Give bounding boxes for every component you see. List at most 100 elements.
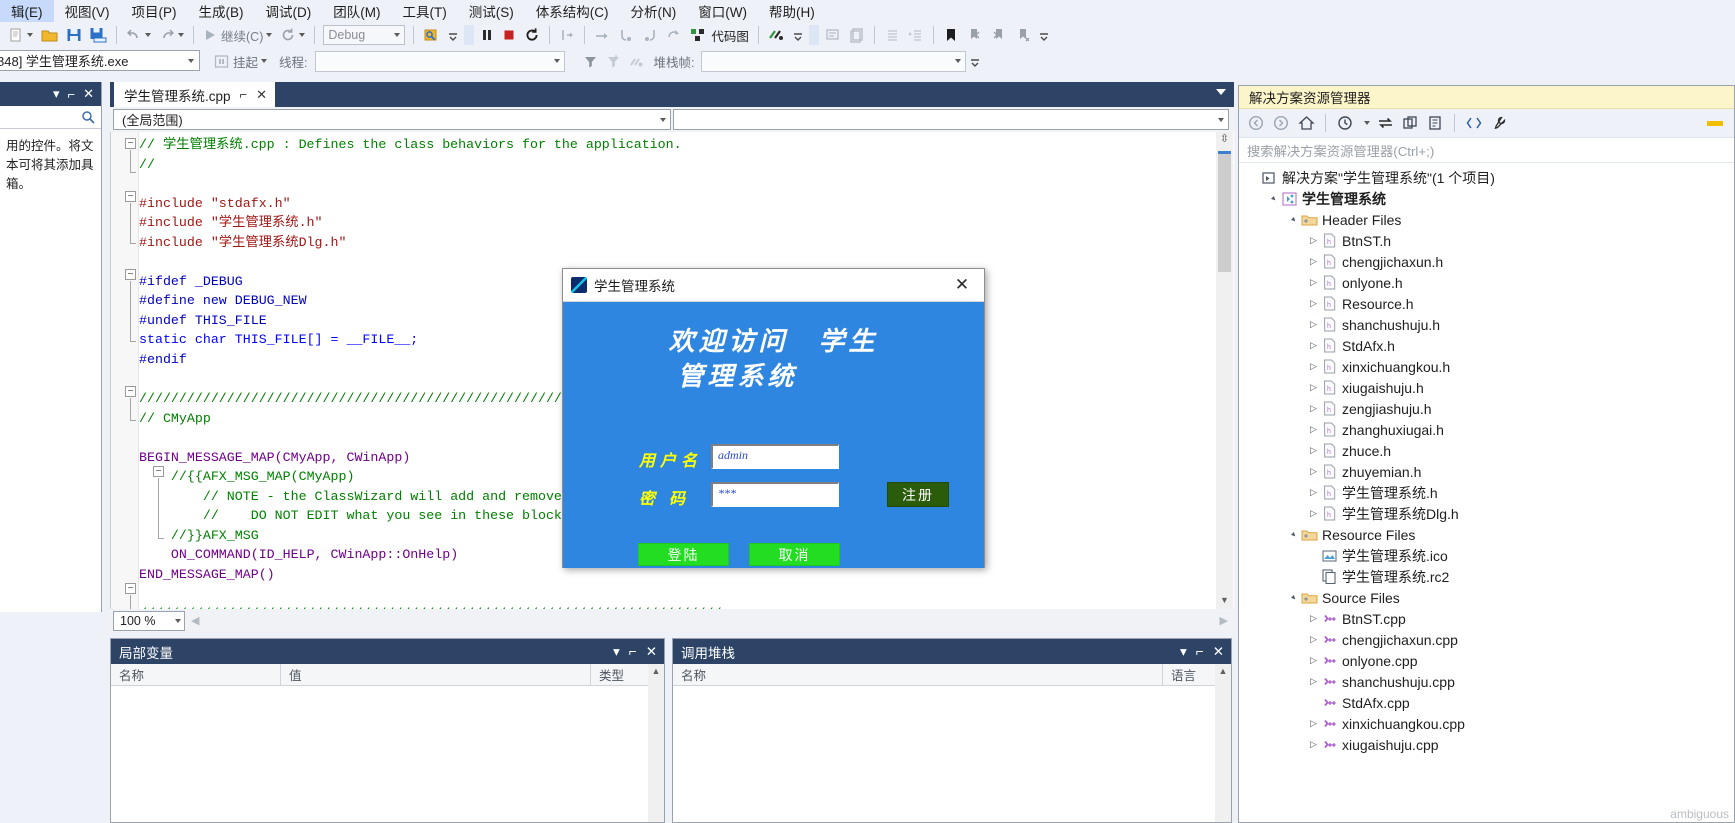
expand-arrow-icon-closed[interactable]: ▷ xyxy=(1307,466,1320,477)
scroll-right-arrow-icon[interactable]: ▶ xyxy=(1220,614,1228,627)
solution-explorer-row[interactable]: ▷ xiugaishuju.cpp xyxy=(1239,734,1734,755)
new-item-button[interactable] xyxy=(4,23,37,47)
scroll-up-arrow-icon[interactable]: ▲ xyxy=(1215,664,1231,680)
expand-arrow-icon-closed[interactable]: ▷ xyxy=(1307,403,1320,414)
solution-explorer-row[interactable]: ▷ shanchushuju.cpp xyxy=(1239,671,1734,692)
solution-explorer-row[interactable]: ▲ 学生管理系统 xyxy=(1239,188,1734,209)
dialog-close-button[interactable]: ✕ xyxy=(940,269,984,302)
expand-arrow-icon-closed[interactable]: ▷ xyxy=(1307,361,1320,372)
close-icon[interactable]: ✕ xyxy=(646,644,657,660)
step-out-button[interactable] xyxy=(638,23,662,47)
tab-list-chevron-icon[interactable] xyxy=(1216,89,1226,95)
undo-button[interactable] xyxy=(122,23,155,47)
refresh-icon[interactable] xyxy=(1399,112,1421,134)
intellitrace-button[interactable] xyxy=(764,23,789,47)
solution-explorer-row[interactable]: ▷ chengjichaxun.cpp xyxy=(1239,629,1734,650)
username-input[interactable]: admin xyxy=(711,444,839,469)
decrease-indent-button[interactable] xyxy=(880,23,904,47)
solution-explorer-row[interactable]: ▲ Source Files xyxy=(1239,587,1734,608)
solution-explorer-row[interactable]: ▷ onlyone.cpp xyxy=(1239,650,1734,671)
pin-icon[interactable]: ⌐ xyxy=(629,644,637,659)
solution-explorer-row[interactable]: ▷ h shanchushuju.h xyxy=(1239,314,1734,335)
toggle-frames-button[interactable] xyxy=(625,49,648,73)
step-into-button[interactable] xyxy=(614,23,638,47)
fold-toggle-banner-1[interactable]: − xyxy=(125,386,136,397)
solution-explorer-row[interactable]: ▷ h zhanghuxiugai.h xyxy=(1239,419,1734,440)
zoom-level-combo[interactable]: 100 % xyxy=(113,610,185,631)
solution-explorer-tree[interactable]: 解决方案"学生管理系统"(1 个项目) ▲ 学生管理系统 ▲ Header Files ▷… xyxy=(1239,163,1734,755)
menu-item-edit[interactable]: 辑(E) xyxy=(0,0,54,23)
expand-arrow-icon-closed[interactable]: ▷ xyxy=(1307,634,1320,645)
solution-configuration-combo[interactable]: Debug xyxy=(323,25,406,45)
expand-arrow-icon-closed[interactable]: ▷ xyxy=(1307,235,1320,246)
scroll-left-arrow-icon[interactable]: ◀ xyxy=(191,614,199,627)
solution-explorer-row[interactable]: ▷ h zhuce.h xyxy=(1239,440,1734,461)
expand-arrow-icon-closed[interactable]: ▷ xyxy=(1307,340,1320,351)
toggle-bookmark-button[interactable] xyxy=(939,23,963,47)
expand-arrow-icon-closed[interactable]: ▷ xyxy=(1307,655,1320,666)
next-bookmark-button[interactable] xyxy=(987,23,1011,47)
break-all-button[interactable] xyxy=(476,23,498,47)
open-file-button[interactable] xyxy=(37,23,62,47)
solution-explorer-row[interactable]: 解决方案"学生管理系统"(1 个项目) xyxy=(1239,167,1734,188)
fold-toggle-header-comment[interactable]: − xyxy=(125,138,136,149)
toolbar-drag-handle-2[interactable] xyxy=(808,25,819,45)
uncomment-selection-button[interactable] xyxy=(845,23,869,47)
close-icon[interactable]: ✕ xyxy=(1213,644,1224,660)
register-button[interactable]: 注册 xyxy=(887,482,949,507)
expand-arrow-icon-closed[interactable]: ▷ xyxy=(1307,277,1320,288)
show-all-files-icon[interactable] xyxy=(1463,112,1485,134)
editor-vertical-scrollbar[interactable]: ▲ ▼ xyxy=(1216,132,1233,609)
fold-toggle-ifdef-debug[interactable]: − xyxy=(125,269,136,280)
process-combo[interactable]: 848] 学生管理系统.exe xyxy=(0,50,200,71)
menu-item-analyze[interactable]: 分析(N) xyxy=(620,0,688,23)
continue-button[interactable]: 继续(C) xyxy=(199,23,276,47)
filter-button[interactable] xyxy=(579,49,602,73)
collapse-all-icon[interactable] xyxy=(1424,112,1446,134)
solution-explorer-row[interactable]: ▷ h 学生管理系统Dlg.h xyxy=(1239,503,1734,524)
expand-arrow-icon-closed[interactable]: ▷ xyxy=(1307,487,1320,498)
locals-col-value[interactable]: 值 xyxy=(281,664,591,685)
password-input[interactable]: *** xyxy=(711,482,839,507)
toolbar-overflow-button[interactable] xyxy=(444,23,462,47)
increase-indent-button[interactable] xyxy=(904,23,928,47)
menu-item-build[interactable]: 生成(B) xyxy=(188,0,255,23)
clear-bookmarks-button[interactable] xyxy=(1011,23,1035,47)
expand-arrow-icon-closed[interactable]: ▷ xyxy=(1307,613,1320,624)
expand-arrow-icon-closed[interactable]: ▷ xyxy=(1307,718,1320,729)
attach-to-process-button[interactable] xyxy=(419,23,444,47)
solution-explorer-row[interactable]: ▷ h xiugaishuju.h xyxy=(1239,377,1734,398)
expand-arrow-icon-closed[interactable]: ▷ xyxy=(1307,739,1320,750)
step-over-button[interactable] xyxy=(590,23,614,47)
solution-explorer-row[interactable]: 学生管理系统.rc2 xyxy=(1239,566,1734,587)
fold-toggle-includes[interactable]: − xyxy=(125,191,136,202)
solution-explorer-row[interactable]: ▲ Resource Files xyxy=(1239,524,1734,545)
expand-arrow-icon-closed[interactable]: ▷ xyxy=(1307,445,1320,456)
pin-icon[interactable]: ⌐ xyxy=(68,87,76,102)
solution-explorer-row[interactable]: ▷ h 学生管理系统.h xyxy=(1239,482,1734,503)
toolbar-overflow-button-4[interactable] xyxy=(966,49,984,73)
flag-filter-button[interactable] xyxy=(602,49,625,73)
pin-icon[interactable]: ⌐ xyxy=(1196,644,1204,659)
thread-combo[interactable] xyxy=(314,50,565,72)
solution-explorer-row[interactable]: ▷ h Resource.h xyxy=(1239,293,1734,314)
member-combo[interactable] xyxy=(673,109,1229,130)
save-button[interactable] xyxy=(62,23,86,47)
toolbar-overflow-button-2[interactable] xyxy=(789,23,807,47)
solution-explorer-row[interactable]: ▷ h StdAfx.h xyxy=(1239,335,1734,356)
chevron-down-icon[interactable]: ▾ xyxy=(1180,644,1187,660)
solution-explorer-row[interactable]: ▷ h zhuyemian.h xyxy=(1239,461,1734,482)
expand-arrow-icon-closed[interactable]: ▷ xyxy=(1307,319,1320,330)
suspend-button[interactable]: 挂起 xyxy=(210,49,271,73)
cancel-button[interactable]: 取消 xyxy=(749,543,840,566)
tab-student-management-cpp[interactable]: 学生管理系统.cpp ⌐ ✕ xyxy=(114,82,276,107)
scope-combo[interactable]: (全局范围) xyxy=(113,109,671,130)
scroll-down-arrow-icon[interactable]: ▼ xyxy=(1216,592,1233,609)
solution-explorer-row[interactable]: ▲ Header Files xyxy=(1239,209,1734,230)
scroll-up-arrow-icon[interactable]: ▲ xyxy=(648,664,664,680)
expand-arrow-icon-open[interactable]: ▲ xyxy=(1266,191,1280,205)
fold-toggle-banner-2[interactable]: − xyxy=(125,583,136,594)
sync-icon[interactable] xyxy=(1374,112,1396,134)
login-button[interactable]: 登陆 xyxy=(638,543,729,566)
menu-item-test[interactable]: 测试(S) xyxy=(458,0,525,23)
